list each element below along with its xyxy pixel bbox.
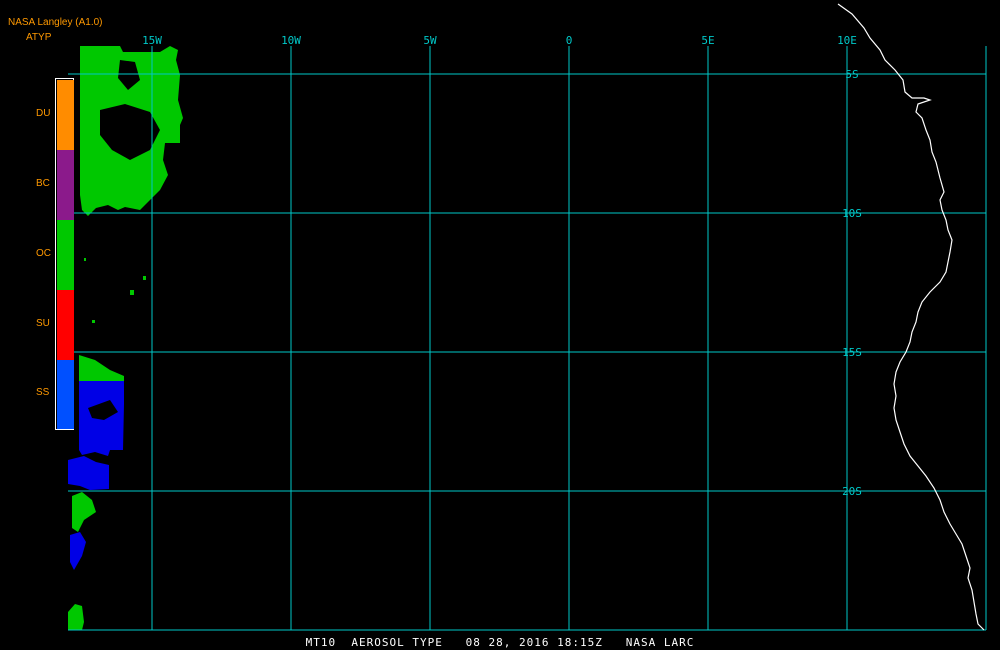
oc-patch-mid <box>79 355 124 384</box>
longitude-label: 5E <box>701 34 714 47</box>
legend-label-bc: BC <box>36 178 50 189</box>
legend-swatch-ss <box>57 360 74 429</box>
oc-patch-bottom <box>68 604 84 630</box>
graticule: 15W 10W 5W 0 5E 10E 5S 10S 15S 20S <box>68 34 987 631</box>
legend-swatch-bc <box>57 150 74 220</box>
latitude-label: 20S <box>842 485 862 498</box>
ss-patch-lower <box>68 456 109 490</box>
color-legend <box>55 78 74 430</box>
ss-patch-south <box>70 532 86 570</box>
source-label: NASA Langley (A1.0) <box>8 17 103 28</box>
legend-swatch-su <box>57 290 74 360</box>
product-label: ATYP <box>26 32 52 43</box>
longitude-label: 10E <box>837 34 857 47</box>
latitude-label: 5S <box>845 68 858 81</box>
longitude-label: 10W <box>281 34 301 47</box>
legend-label-du: DU <box>36 108 51 119</box>
coastline <box>837 3 985 631</box>
legend-label-ss: SS <box>36 387 50 398</box>
oc-patch-south <box>72 492 96 532</box>
speck <box>92 320 95 323</box>
longitude-label: 5W <box>423 34 437 47</box>
speck <box>130 290 134 295</box>
speck <box>84 258 86 261</box>
latitude-label: 15S <box>842 346 862 359</box>
legend-label-su: SU <box>36 318 50 329</box>
latitude-label: 10S <box>842 207 862 220</box>
longitude-label: 15W <box>142 34 162 47</box>
legend-swatch-oc <box>57 220 74 290</box>
footer-caption: MT10 AEROSOL TYPE 08 28, 2016 18:15Z NAS… <box>305 636 695 649</box>
map-canvas: 15W 10W 5W 0 5E 10E 5S 10S 15S 20S <box>68 3 987 631</box>
aerosol-patches <box>68 46 183 630</box>
legend-label-oc: OC <box>36 248 51 259</box>
legend-swatch-du <box>57 80 74 150</box>
speck <box>143 276 146 280</box>
longitude-label: 0 <box>566 34 573 47</box>
